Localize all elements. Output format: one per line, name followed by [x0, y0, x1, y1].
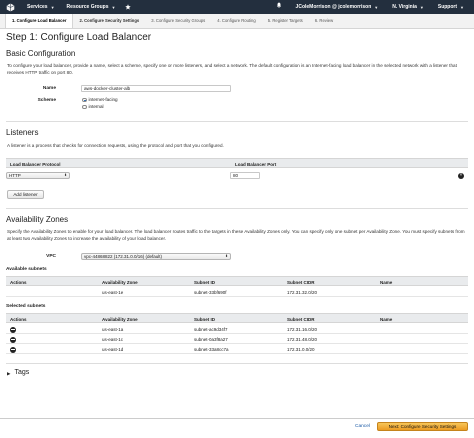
- account-label: JColeMorrison @ jcolemorrison: [295, 3, 372, 10]
- radio-internet-facing[interactable]: [82, 97, 87, 103]
- col-actions: Actions: [10, 279, 27, 285]
- vpc-select[interactable]: vpc-44868822 (172.31.0.0/16) (default) ⬍: [81, 253, 231, 260]
- divider: [6, 363, 468, 364]
- scheme-internal-label: internal: [88, 104, 104, 109]
- port-input[interactable]: 80: [230, 172, 260, 179]
- tab-review[interactable]: 6. Review: [309, 14, 339, 28]
- listeners-table-header: Load Balancer Protocol Load Balancer Por…: [6, 158, 468, 168]
- subnet-cell: subnet-33bf690f: [194, 290, 227, 296]
- col-port: Load Balancer Port: [235, 161, 277, 167]
- table-row: us-east-1c subnet-0a3f8a27 172.31.48.0/2…: [6, 335, 468, 344]
- subnet-cell: subnet-33a8cc7a: [194, 347, 229, 353]
- bell-icon[interactable]: [276, 2, 282, 12]
- aws-cube-icon[interactable]: [5, 2, 15, 12]
- selected-subnets-title: Selected subnets: [6, 304, 46, 309]
- col-name: Name: [380, 279, 393, 285]
- footer-divider: [0, 418, 474, 419]
- radio-internal[interactable]: [82, 104, 87, 110]
- cidr-cell: 172.31.32.0/20: [287, 290, 318, 296]
- remove-subnet-icon[interactable]: [10, 346, 16, 353]
- col-subnet-id: Subnet ID: [194, 316, 215, 322]
- scheme-internet-facing-label: internet-facing: [88, 97, 118, 102]
- chevron-down-icon: ▼: [50, 4, 55, 10]
- cidr-cell: 172.31.16.0/20: [287, 327, 318, 333]
- select-arrows-icon: ⬍: [225, 254, 228, 259]
- scheme-internal-option[interactable]: internal: [82, 104, 104, 110]
- caret-right-icon: ▶: [7, 370, 11, 376]
- protocol-select[interactable]: HTTP ⬍: [6, 172, 70, 179]
- col-actions: Actions: [10, 316, 27, 322]
- tags-title: Tags: [14, 369, 30, 376]
- tab-configure-routing[interactable]: 4. Configure Routing: [211, 14, 261, 28]
- remove-listener-icon[interactable]: ×: [458, 172, 464, 179]
- listeners-title: Listeners: [6, 128, 39, 137]
- account-menu[interactable]: JColeMorrison @ jcolemorrison ▼: [296, 4, 379, 10]
- zone-cell: us-east-1d: [102, 347, 124, 353]
- tab-configure-load-balancer[interactable]: 1. Configure Load Balancer: [5, 14, 74, 28]
- support-menu[interactable]: Support ▼: [438, 4, 464, 10]
- region-menu[interactable]: N. Virginia ▼: [392, 4, 424, 10]
- name-input[interactable]: aws-docker-cluster-alb: [81, 85, 231, 92]
- table-row: us-east-1a subnet-ac9d34f7 172.31.16.0/2…: [6, 325, 468, 334]
- table-row: us-east-1e subnet-33bf690f 172.31.32.0/2…: [6, 288, 468, 297]
- col-name: Name: [380, 316, 393, 322]
- protocol-value: HTTP: [9, 172, 21, 178]
- col-subnet-cidr: Subnet CIDR: [287, 279, 315, 285]
- services-label: Services: [27, 3, 48, 10]
- vpc-value: vpc-44868822 (172.31.0.0/16) (default): [84, 253, 163, 259]
- select-arrows-icon: ⬍: [64, 173, 67, 178]
- add-listener-button[interactable]: Add listener: [7, 190, 44, 199]
- listener-row: HTTP ⬍ 80 ×: [6, 172, 468, 181]
- remove-subnet-icon[interactable]: [10, 336, 16, 343]
- table-row: us-east-1d subnet-33a8cc7a 172.31.0.0/20: [6, 345, 468, 354]
- basic-configuration-description: To configure your load balancer, provide…: [7, 63, 457, 75]
- col-protocol: Load Balancer Protocol: [10, 161, 61, 167]
- resource-groups-menu[interactable]: Resource Groups ▼: [67, 4, 116, 10]
- col-availability-zone: Availability Zone: [102, 279, 138, 285]
- cidr-cell: 172.31.0.0/20: [287, 347, 315, 353]
- selected-subnets-header: Actions Availability Zone Subnet ID Subn…: [6, 313, 468, 323]
- availability-zones-description: Specify the Availability Zones to enable…: [7, 229, 465, 241]
- chevron-down-icon: ▼: [374, 4, 379, 10]
- chevron-down-icon: ▼: [419, 4, 424, 10]
- cancel-link[interactable]: Cancel: [355, 424, 370, 430]
- col-availability-zone: Availability Zone: [102, 316, 138, 322]
- zone-cell: us-east-1c: [102, 337, 124, 343]
- tags-expander[interactable]: ▶ Tags: [7, 369, 29, 378]
- next-button[interactable]: Next: Configure Security Settings: [377, 422, 468, 431]
- services-menu[interactable]: Services ▼: [27, 4, 55, 10]
- cidr-cell: 172.31.48.0/20: [287, 337, 318, 343]
- chevron-down-icon: ▼: [460, 4, 464, 10]
- top-nav-bar: Services ▼ Resource Groups ▼ JColeMorris…: [0, 0, 474, 14]
- vpc-label: VPC: [46, 254, 56, 259]
- listeners-description: A listener is a process that checks for …: [7, 143, 224, 148]
- subnet-cell: subnet-ac9d34f7: [194, 327, 228, 333]
- availability-zones-title: Availability Zones: [6, 215, 69, 224]
- remove-subnet-icon[interactable]: [10, 326, 16, 333]
- scheme-internet-facing-option[interactable]: internet-facing: [82, 97, 118, 103]
- support-label: Support: [437, 3, 458, 10]
- zone-cell: us-east-1a: [102, 327, 124, 333]
- chevron-down-icon: ▼: [111, 4, 116, 10]
- region-label: N. Virginia: [392, 3, 417, 10]
- available-subnets-title: Available subnets: [6, 267, 47, 272]
- scheme-label: Scheme: [37, 98, 56, 103]
- basic-configuration-title: Basic Configuration: [6, 49, 76, 58]
- col-subnet-id: Subnet ID: [194, 279, 215, 285]
- pin-icon[interactable]: [125, 4, 132, 10]
- wizard-steps: 1. Configure Load Balancer 2. Configure …: [0, 14, 474, 29]
- page-title: Step 1: Configure Load Balancer: [6, 32, 152, 43]
- resource-groups-label: Resource Groups: [66, 3, 109, 10]
- divider: [6, 208, 468, 209]
- subnet-cell: subnet-0a3f8a27: [194, 337, 228, 343]
- divider: [6, 121, 468, 122]
- tab-configure-security-settings[interactable]: 2. Configure Security Settings: [73, 14, 145, 28]
- available-subnets-header: Actions Availability Zone Subnet ID Subn…: [6, 276, 468, 286]
- tab-register-targets[interactable]: 5. Register Targets: [262, 14, 309, 28]
- name-label: Name: [42, 86, 56, 91]
- zone-cell: us-east-1e: [102, 290, 124, 296]
- tab-configure-security-groups[interactable]: 3. Configure Security Groups: [145, 14, 211, 28]
- col-subnet-cidr: Subnet CIDR: [287, 316, 315, 322]
